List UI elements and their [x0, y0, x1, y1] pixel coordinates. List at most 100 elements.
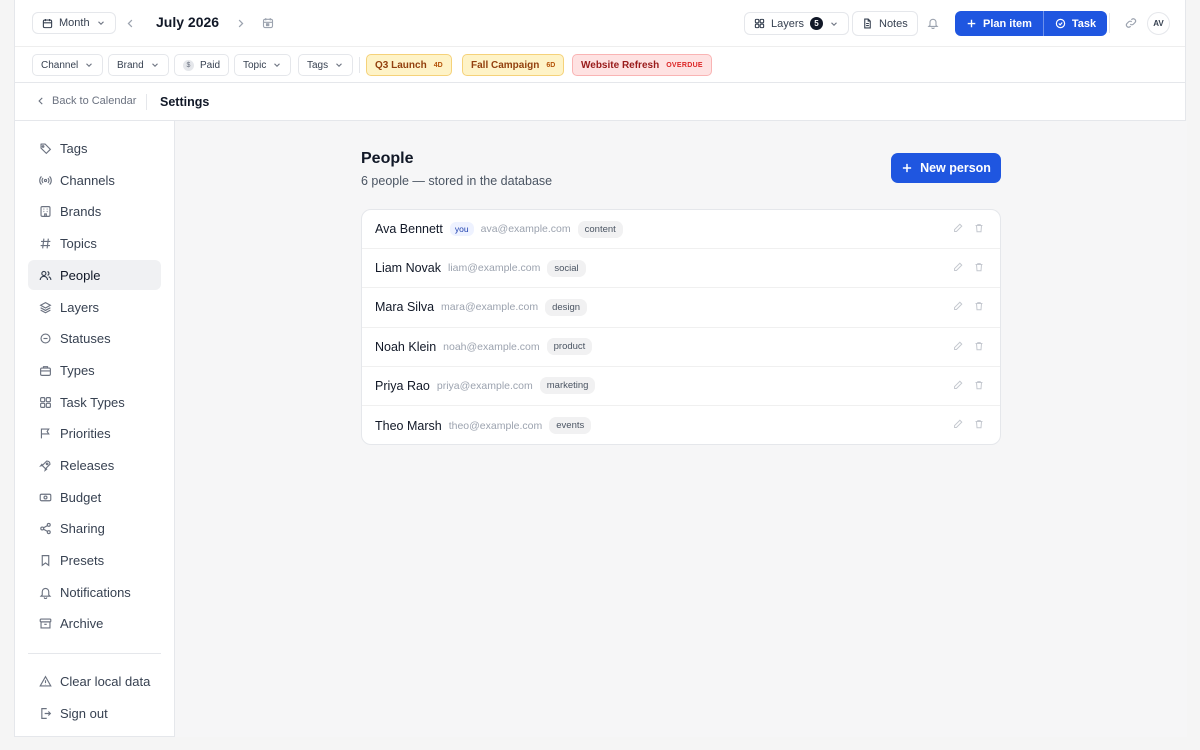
notifications-button[interactable] [923, 13, 943, 33]
sign-out-button[interactable]: Sign out [28, 698, 161, 728]
paid-filter[interactable]: $ Paid [174, 54, 230, 76]
channel-filter[interactable]: Channel [32, 54, 104, 76]
sidebar-item-layers[interactable]: Layers [28, 292, 161, 322]
delete-trash-icon[interactable] [974, 419, 984, 429]
clear-local-data-button[interactable]: Clear local data [28, 666, 161, 696]
user-avatar[interactable]: AV [1147, 12, 1170, 35]
sidebar-item-brands[interactable]: Brands [28, 196, 161, 226]
sidebar-item-label: Topics [60, 235, 97, 251]
sidebar-item-presets[interactable]: Presets [28, 545, 161, 575]
task-button[interactable]: Task [1044, 11, 1107, 36]
sidebar-item-label: Channels [60, 172, 115, 188]
sidebar-item-tags[interactable]: Tags [28, 133, 161, 163]
edit-pencil-icon[interactable] [953, 262, 963, 272]
edit-pencil-icon[interactable] [953, 419, 963, 429]
new-person-label: New person [920, 161, 991, 175]
person-row[interactable]: Noah Klein noah@example.com product [362, 328, 1000, 367]
person-row[interactable]: Theo Marsh theo@example.com events [362, 406, 1000, 444]
filter-divider [359, 57, 360, 73]
check-circle-icon [1055, 18, 1066, 29]
sidebar-item-releases[interactable]: Releases [28, 450, 161, 480]
previous-period-button[interactable] [120, 13, 140, 33]
edit-pencil-icon[interactable] [953, 341, 963, 351]
delete-trash-icon[interactable] [974, 341, 984, 351]
sidebar-item-channels[interactable]: Channels [28, 165, 161, 195]
person-row[interactable]: Liam Novak liam@example.com social [362, 249, 1000, 289]
campaign-chip[interactable]: Website Refresh OVERDUE [572, 54, 712, 76]
new-person-button[interactable]: New person [891, 153, 1001, 183]
share-icon [39, 522, 52, 535]
flag-icon [39, 427, 52, 440]
sidebar-item-label: Types [60, 362, 95, 378]
sidebar-item-notifications[interactable]: Notifications [28, 577, 161, 607]
chevron-down-icon [150, 60, 160, 70]
section-subtitle: 6 people — stored in the database [361, 174, 553, 188]
sidebar-item-statuses[interactable]: Statuses [28, 323, 161, 353]
row-actions [953, 380, 984, 390]
today-button[interactable] [258, 13, 278, 33]
tags-filter[interactable]: Tags [298, 54, 354, 76]
view-mode-select[interactable]: Month [32, 12, 116, 34]
sidebar-item-archive[interactable]: Archive [28, 608, 161, 638]
delete-trash-icon[interactable] [974, 223, 984, 233]
plan-item-button[interactable]: Plan item [955, 11, 1043, 36]
layers-grid-icon [754, 18, 765, 29]
person-row[interactable]: Ava Bennett you ava@example.com content [362, 210, 1000, 250]
tag-icon [39, 142, 52, 155]
back-label: Back to Calendar [52, 95, 137, 107]
edit-pencil-icon[interactable] [953, 301, 963, 311]
person-role-badge: social [547, 259, 586, 277]
rocket-icon [39, 459, 52, 472]
app-window: Month July 2026 Layers 5 Notes Plan item… [14, 0, 1187, 737]
copy-link-button[interactable] [1121, 13, 1141, 33]
sidebar-item-priorities[interactable]: Priorities [28, 418, 161, 448]
toolbar-divider [1109, 13, 1110, 33]
sidebar-item-sharing[interactable]: Sharing [28, 513, 161, 543]
sidebar-item-people[interactable]: People [28, 260, 161, 290]
row-actions [953, 223, 984, 233]
person-role-badge: product [546, 338, 593, 356]
topic-filter[interactable]: Topic [234, 54, 292, 76]
layers-label: Layers [771, 17, 805, 30]
edit-pencil-icon[interactable] [953, 380, 963, 390]
topic-filter-label: Topic [243, 59, 267, 71]
delete-trash-icon[interactable] [974, 301, 984, 311]
sidebar-item-label: Sign out [60, 705, 108, 721]
row-actions [953, 262, 984, 272]
sidebar-item-task-types[interactable]: Task Types [28, 387, 161, 417]
edit-pencil-icon[interactable] [953, 223, 963, 233]
sidebar-item-label: Layers [60, 299, 100, 315]
campaign-chip[interactable]: Q3 Launch 4D [366, 54, 452, 76]
person-role-badge: design [545, 298, 588, 316]
page-title: Settings [160, 95, 210, 109]
plus-icon [901, 162, 913, 174]
brand-filter[interactable]: Brand [108, 54, 169, 76]
next-period-button[interactable] [230, 13, 250, 33]
broadcast-icon [39, 174, 52, 187]
section-title: People [361, 150, 414, 167]
chevron-down-icon [829, 19, 839, 29]
sidebar-item-types[interactable]: Types [28, 355, 161, 385]
sidebar-item-budget[interactable]: Budget [28, 482, 161, 512]
person-row[interactable]: Mara Silva mara@example.com design [362, 288, 1000, 328]
sidebar-item-topics[interactable]: Topics [28, 228, 161, 258]
notes-button[interactable]: Notes [852, 11, 918, 36]
chevron-down-icon [96, 18, 106, 28]
sidebar-item-label: Clear local data [60, 673, 151, 689]
header-divider [146, 94, 147, 110]
delete-trash-icon[interactable] [974, 262, 984, 272]
layers-dropdown[interactable]: Layers 5 [744, 12, 850, 35]
row-actions [953, 341, 984, 351]
person-email: ava@example.com [480, 223, 571, 236]
person-row[interactable]: Priya Rao priya@example.com marketing [362, 367, 1000, 406]
sidebar-item-label: Statuses [60, 330, 111, 346]
sidebar-item-label: Tags [60, 140, 88, 156]
delete-trash-icon[interactable] [974, 380, 984, 390]
campaign-label: Q3 Launch [375, 59, 427, 71]
campaign-chip[interactable]: Fall Campaign 6D [462, 54, 565, 76]
banknote-icon [39, 491, 52, 504]
back-to-calendar-link[interactable]: Back to Calendar [36, 95, 136, 107]
sign-out-icon [39, 707, 52, 720]
grid-icon [39, 396, 52, 409]
sidebar-divider [28, 653, 161, 654]
